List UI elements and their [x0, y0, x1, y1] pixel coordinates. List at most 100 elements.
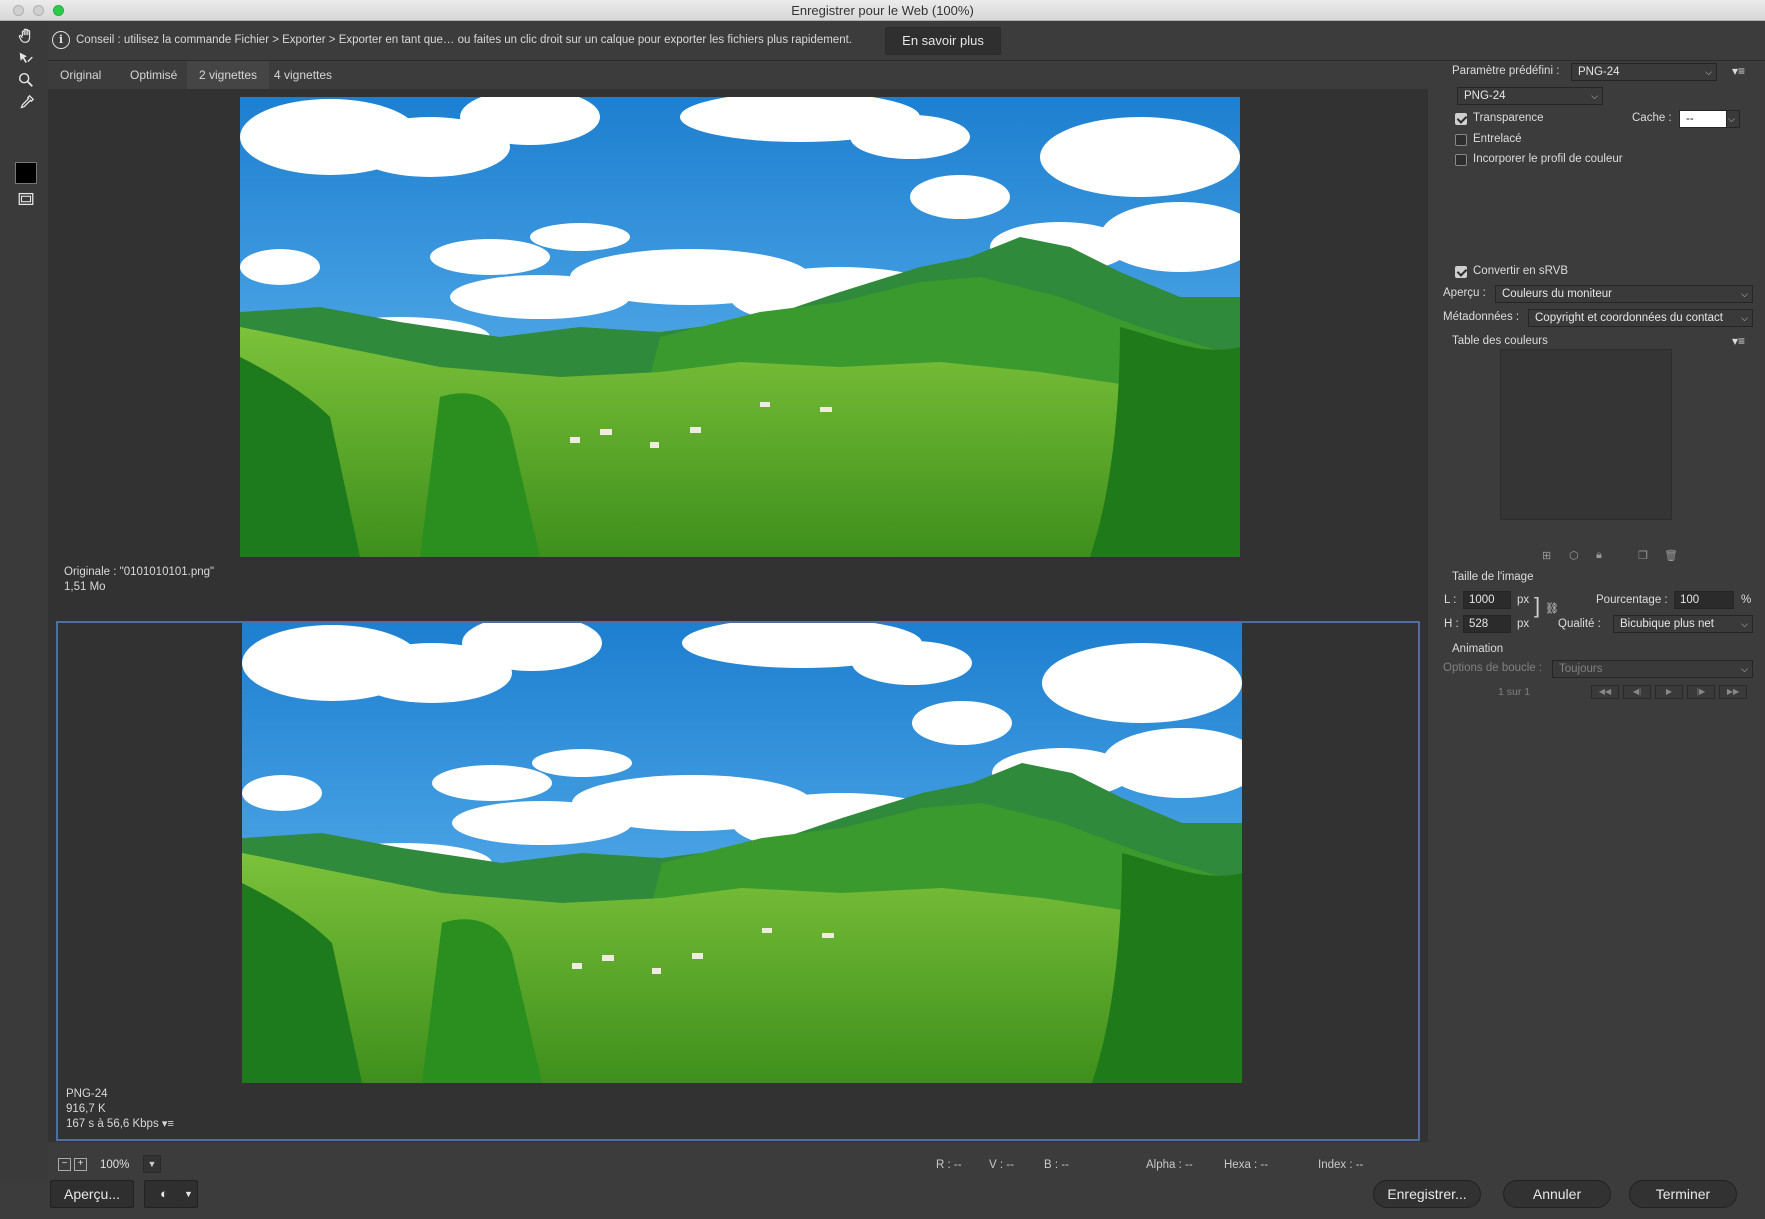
new-color-icon[interactable]: ❐: [1638, 549, 1648, 562]
preset-label: Paramètre prédéfini :: [1452, 65, 1560, 77]
color-table[interactable]: [1500, 349, 1672, 520]
optimized-info: PNG-24 916,7 K 167 s à 56,6 Kbps ▾≡: [66, 1087, 174, 1132]
frame-counter: 1 sur 1: [1498, 686, 1531, 698]
zoom-icon[interactable]: [13, 69, 39, 91]
link-chain-icon[interactable]: ⛓︎: [1545, 602, 1559, 615]
play-button[interactable]: ▶: [1655, 685, 1683, 699]
status-bar: − + 100% ▼ R : -- V : -- B : -- Alpha : …: [48, 1150, 1428, 1180]
percent-label: Pourcentage :: [1596, 594, 1668, 606]
matte-select[interactable]: --: [1679, 110, 1727, 128]
landscape-image-original[interactable]: [240, 97, 1240, 557]
title-bar: Enregistrer pour le Web (100%): [0, 0, 1765, 21]
readout-b: B : --: [1044, 1159, 1069, 1171]
original-pane[interactable]: Originale : "0101010101.png" 1,51 Mo: [56, 97, 1420, 610]
tab-2-up[interactable]: 2 vignettes: [187, 61, 270, 89]
preview-label: Aperçu :: [1443, 287, 1486, 299]
preview-canvas: Originale : "0101010101.png" 1,51 Mo PNG…: [48, 89, 1428, 1142]
readout-r: R : --: [936, 1159, 962, 1171]
lock-color-icon[interactable]: 🔒︎: [1596, 549, 1602, 562]
learn-more-button[interactable]: En savoir plus: [885, 27, 1001, 55]
tab-original[interactable]: Original: [48, 61, 113, 89]
interlaced-label: Entrelacé: [1473, 133, 1522, 145]
height-label: H :: [1444, 618, 1459, 630]
color-table-menu-icon[interactable]: ▾≡: [1732, 334, 1745, 348]
preview-select[interactable]: Couleurs du moniteur ⌵: [1495, 285, 1753, 303]
link-bracket: ]: [1534, 593, 1541, 618]
tab-optimized[interactable]: Optimisé: [118, 61, 189, 89]
preset-select[interactable]: PNG-24 ⌵: [1571, 63, 1717, 81]
eyedropper-icon[interactable]: [13, 92, 39, 114]
loop-select[interactable]: Toujours ⌵: [1552, 660, 1753, 678]
original-filesize: 1,51 Mo: [64, 581, 106, 593]
readout-alpha: Alpha : --: [1146, 1159, 1193, 1171]
metadata-label: Métadonnées :: [1443, 311, 1520, 323]
percent-input[interactable]: 100: [1674, 591, 1734, 609]
embed-profile-label: Incorporer le profil de couleur: [1473, 153, 1623, 165]
tip-text: Conseil : utilisez la commande Fichier >…: [76, 34, 852, 46]
quality-label: Qualité :: [1558, 618, 1601, 630]
tab-4-up[interactable]: 4 vignettes: [262, 61, 344, 89]
format-select[interactable]: PNG-24 ⌵: [1457, 87, 1603, 105]
matte-label: Cache :: [1632, 112, 1672, 124]
hand-icon[interactable]: [13, 25, 39, 47]
optimized-format: PNG-24: [66, 1088, 108, 1100]
browser-preview-icon[interactable]: ◐: [144, 1180, 184, 1208]
convert-srgb-checkbox[interactable]: [1455, 266, 1467, 278]
readout-index: Index : --: [1318, 1159, 1364, 1171]
interlaced-checkbox[interactable]: [1455, 134, 1467, 146]
original-filename: Originale : "0101010101.png": [64, 566, 215, 578]
save-button[interactable]: Enregistrer...: [1373, 1180, 1481, 1208]
color-table-label: Table des couleurs: [1452, 335, 1548, 347]
previous-frame-button[interactable]: ◀|: [1623, 685, 1651, 699]
browser-dropdown-icon[interactable]: ▼: [180, 1180, 198, 1208]
width-input[interactable]: 1000: [1463, 591, 1511, 609]
settings-panel: Paramètre prédéfini : PNG-24 ⌵ ▾≡ PNG-24 ⌵…: [1428, 61, 1765, 1180]
zoom-level[interactable]: 100%: [100, 1159, 129, 1171]
quality-select[interactable]: Bicubique plus net ⌵: [1613, 615, 1753, 633]
tool-column: [0, 21, 48, 1219]
map-color-icon[interactable]: ⊞: [1542, 549, 1551, 562]
first-frame-button[interactable]: ◀◀: [1591, 685, 1619, 699]
cancel-button[interactable]: Annuler: [1503, 1180, 1611, 1208]
loop-label: Options de boucle :: [1443, 662, 1543, 674]
last-frame-button[interactable]: ▶▶: [1719, 685, 1747, 699]
width-unit: px: [1517, 594, 1530, 606]
height-unit: px: [1517, 618, 1530, 630]
color-swatch[interactable]: [15, 162, 37, 184]
embed-profile-checkbox[interactable]: [1455, 154, 1467, 166]
landscape-image-optimized[interactable]: [242, 623, 1242, 1083]
info-icon: i: [52, 31, 70, 49]
web-shift-icon[interactable]: ⬡: [1569, 549, 1579, 562]
width-label: L :: [1444, 594, 1457, 606]
tip-bar: i Conseil : utilisez la commande Fichier…: [48, 21, 1765, 61]
zoom-dropdown-icon[interactable]: ▼: [143, 1155, 161, 1173]
zoom-in-button[interactable]: +: [74, 1158, 87, 1171]
panel-menu-icon[interactable]: ▾≡: [1732, 64, 1745, 78]
metadata-select[interactable]: Copyright et coordonnées du contact ⌵: [1528, 309, 1753, 327]
transparency-label: Transparence: [1473, 112, 1544, 124]
convert-srgb-label: Convertir en sRVB: [1473, 265, 1569, 277]
image-size-label: Taille de l'image: [1452, 571, 1534, 583]
download-speed-menu-icon[interactable]: ▾≡: [162, 1118, 174, 1130]
slice-select-icon[interactable]: [13, 47, 39, 69]
view-tabs: Original Optimisé 2 vignettes 4 vignette…: [48, 61, 1428, 89]
matte-dropdown-icon[interactable]: ⌵: [1726, 110, 1740, 128]
height-input[interactable]: 528: [1463, 615, 1511, 633]
done-button[interactable]: Terminer: [1629, 1180, 1737, 1208]
delete-color-icon[interactable]: 🗑︎: [1664, 549, 1678, 562]
readout-hexa: Hexa : --: [1224, 1159, 1269, 1171]
zoom-out-button[interactable]: −: [58, 1158, 71, 1171]
percent-unit: %: [1741, 594, 1752, 606]
dialog-buttons: Aperçu... ◐ ▼ Enregistrer... Annuler Ter…: [0, 1180, 1765, 1219]
window-title: Enregistrer pour le Web (100%): [791, 3, 974, 18]
original-info: Originale : "0101010101.png" 1,51 Mo: [64, 565, 214, 595]
preview-button[interactable]: Aperçu...: [50, 1180, 134, 1208]
transparency-checkbox[interactable]: [1455, 113, 1467, 125]
readout-v: V : --: [989, 1159, 1014, 1171]
optimized-pane[interactable]: PNG-24 916,7 K 167 s à 56,6 Kbps ▾≡: [56, 621, 1420, 1141]
animation-label: Animation: [1452, 643, 1504, 655]
slice-visibility-icon[interactable]: [13, 188, 39, 210]
optimized-download-time: 167 s à 56,6 Kbps ▾≡: [66, 1118, 174, 1130]
optimized-filesize: 916,7 K: [66, 1103, 106, 1115]
next-frame-button[interactable]: |▶: [1687, 685, 1715, 699]
